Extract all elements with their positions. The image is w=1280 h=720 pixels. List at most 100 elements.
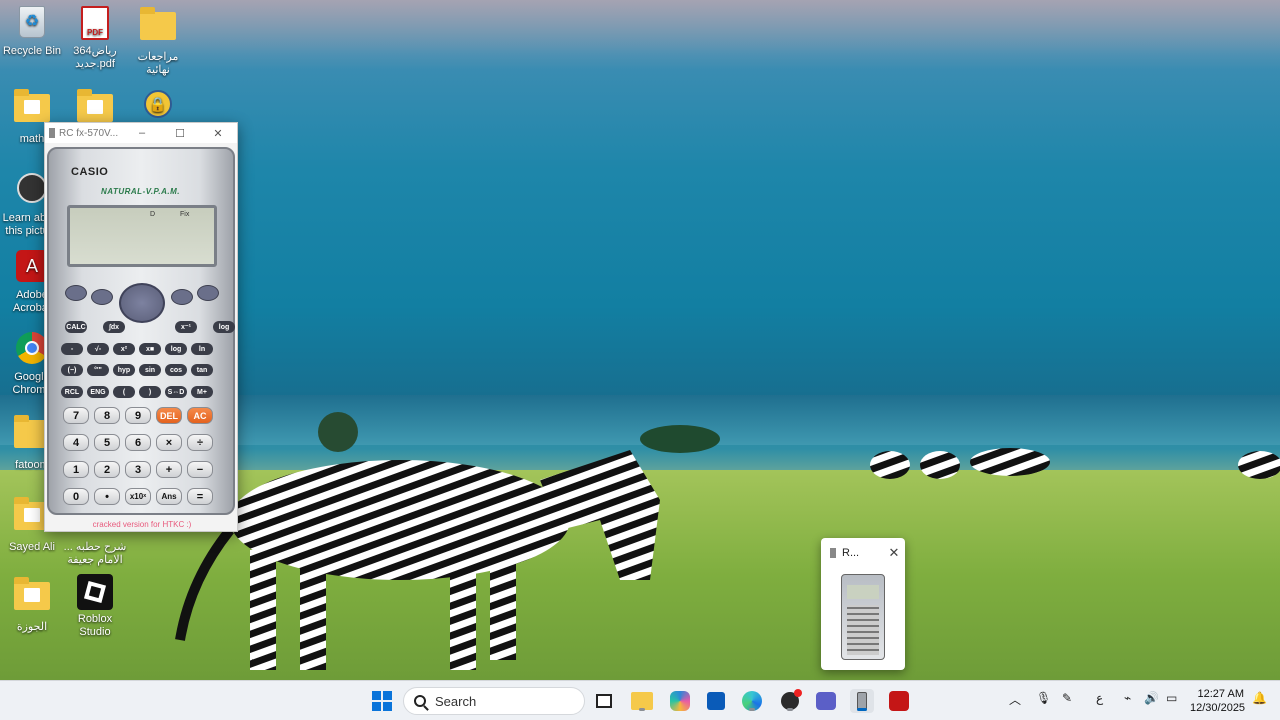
wallpaper-tree — [318, 412, 358, 452]
calculator-app-icon — [830, 548, 836, 558]
tan-key[interactable]: tan — [191, 364, 213, 376]
digit-4-key[interactable]: 4 — [63, 434, 89, 451]
copilot-button[interactable] — [668, 689, 692, 713]
calc-key[interactable]: CALC — [65, 321, 87, 333]
desktop-icon-folder-aljawza[interactable]: الجوزة — [0, 576, 64, 634]
close-paren-key[interactable]: ) — [139, 386, 161, 398]
open-paren-key[interactable]: ( — [113, 386, 135, 398]
s-d-key[interactable]: S⇔D — [165, 386, 187, 398]
edge-button[interactable] — [740, 689, 764, 713]
ln-key[interactable]: ln — [191, 343, 213, 355]
store-icon — [707, 692, 725, 710]
square-key[interactable]: x² — [113, 343, 135, 355]
preview-calculator-image[interactable] — [841, 574, 885, 660]
calculator-titlebar[interactable]: RC fx-570V... – ☐ ✕ — [45, 123, 237, 143]
digit-2-key[interactable]: 2 — [94, 461, 120, 478]
lock-shortcut-icon: 🔒 — [140, 90, 176, 126]
wallpaper-tree — [640, 425, 720, 453]
digit-3-key[interactable]: 3 — [125, 461, 151, 478]
taskbar-preview-thumbnail[interactable]: R... ✕ — [821, 538, 905, 670]
sqrt-key[interactable]: √▫ — [87, 343, 109, 355]
minus-key[interactable]: − — [187, 461, 213, 478]
del-key[interactable]: DEL — [156, 407, 182, 424]
digit-0-key[interactable]: 0 — [63, 488, 89, 505]
digit-1-key[interactable]: 1 — [63, 461, 89, 478]
start-button[interactable] — [370, 689, 394, 713]
desktop-wallpaper: ♻ Recycle Bin PDF رياض364 جديد.pdf مراجع… — [0, 0, 1280, 680]
search-icon — [414, 695, 426, 707]
recycle-bin-icon: ♻ — [14, 6, 50, 42]
fix-indicator: Fix — [180, 211, 190, 218]
model-tag: NATURAL-V.P.A.M. — [101, 187, 180, 196]
show-hidden-icons-chevron[interactable]: ︿ — [1009, 691, 1021, 708]
decimal-point-key[interactable]: • — [94, 488, 120, 505]
file-explorer-button[interactable] — [630, 689, 654, 713]
equals-key[interactable]: = — [187, 488, 213, 505]
log-base-key[interactable]: log — [213, 321, 235, 333]
degree-indicator: D — [150, 211, 156, 218]
maximize-button[interactable]: ☐ — [161, 123, 199, 143]
multiply-key[interactable]: × — [156, 434, 182, 451]
digit-7-key[interactable]: 7 — [63, 407, 89, 424]
fraction-key[interactable]: ▫ — [61, 343, 83, 355]
battery-icon[interactable]: ▭ — [1166, 691, 1177, 705]
input-language[interactable]: ع — [1096, 691, 1103, 705]
system-clock[interactable]: 12:27 AM 12/30/2025 — [1190, 687, 1245, 715]
alpha-key[interactable] — [91, 289, 113, 305]
roblox-studio-icon — [77, 574, 113, 610]
sin-key[interactable]: sin — [139, 364, 161, 376]
log-key[interactable]: log — [165, 343, 187, 355]
notification-bell-icon[interactable]: 🔔 — [1252, 691, 1267, 705]
replay-dpad[interactable] — [119, 283, 165, 323]
digit-6-key[interactable]: 6 — [125, 434, 151, 451]
ac-key[interactable]: AC — [187, 407, 213, 424]
mode-key[interactable] — [171, 289, 193, 305]
plus-key[interactable]: + — [156, 461, 182, 478]
digit-9-key[interactable]: 9 — [125, 407, 151, 424]
on-key[interactable] — [197, 285, 219, 301]
folder-icon — [14, 577, 50, 618]
volume-icon[interactable]: 🔊 — [1144, 691, 1159, 705]
acrobat-taskbar-button[interactable] — [887, 689, 911, 713]
eng-key[interactable]: ENG — [87, 386, 109, 398]
shift-key[interactable] — [65, 285, 87, 301]
ans-key[interactable]: Ans — [156, 488, 182, 505]
microphone-icon[interactable]: 🎙 — [1036, 691, 1051, 705]
taskbar-search[interactable]: Search — [403, 687, 585, 715]
m-plus-key[interactable]: M+ — [191, 386, 213, 398]
zebra-illustration — [175, 450, 660, 670]
rcl-key[interactable]: RCL — [61, 386, 83, 398]
pen-icon[interactable]: ✎ — [1062, 691, 1072, 705]
chat-app-button[interactable] — [778, 689, 802, 713]
teams-button[interactable] — [814, 689, 838, 713]
preview-titlebar: R... ✕ — [821, 538, 905, 568]
minimize-button[interactable]: – — [123, 123, 161, 143]
digit-8-key[interactable]: 8 — [94, 407, 120, 424]
store-button[interactable] — [704, 689, 728, 713]
degree-key[interactable]: °'" — [87, 364, 109, 376]
negative-key[interactable]: (−) — [61, 364, 83, 376]
calculator-window[interactable]: RC fx-570V... – ☐ ✕ CASIO NATURAL-V.P.A.… — [44, 122, 238, 532]
desktop-icon-pdf-file[interactable]: PDF رياض364 جديد.pdf — [63, 6, 127, 71]
desktop-icon-label: Roblox Studio — [77, 613, 113, 638]
calculator-taskbar-button[interactable] — [850, 689, 874, 713]
desktop-icon-label: مراجعات نهائية — [137, 51, 179, 76]
folder-icon — [140, 7, 176, 48]
brand-label: CASIO — [71, 166, 109, 178]
power-key[interactable]: x■ — [139, 343, 161, 355]
desktop-icon-recycle-bin[interactable]: ♻ Recycle Bin — [0, 6, 64, 58]
task-view-button[interactable] — [592, 689, 616, 713]
close-button[interactable]: ✕ — [199, 123, 237, 143]
preview-close-button[interactable]: ✕ — [883, 545, 905, 561]
desktop-icon-roblox-studio[interactable]: Roblox Studio — [63, 574, 127, 639]
reciprocal-key[interactable]: x⁻¹ — [175, 321, 197, 333]
desktop-icon-folder-final-review[interactable]: مراجعات نهائية — [126, 6, 190, 77]
digit-5-key[interactable]: 5 — [94, 434, 120, 451]
exponent-key[interactable]: x10ˣ — [125, 488, 151, 505]
integral-key[interactable]: ∫dx — [103, 321, 125, 333]
cos-key[interactable]: cos — [165, 364, 187, 376]
hyp-key[interactable]: hyp — [113, 364, 135, 376]
divide-key[interactable]: ÷ — [187, 434, 213, 451]
network-icon[interactable]: ⌁ — [1124, 691, 1131, 705]
search-placeholder: Search — [435, 693, 477, 709]
